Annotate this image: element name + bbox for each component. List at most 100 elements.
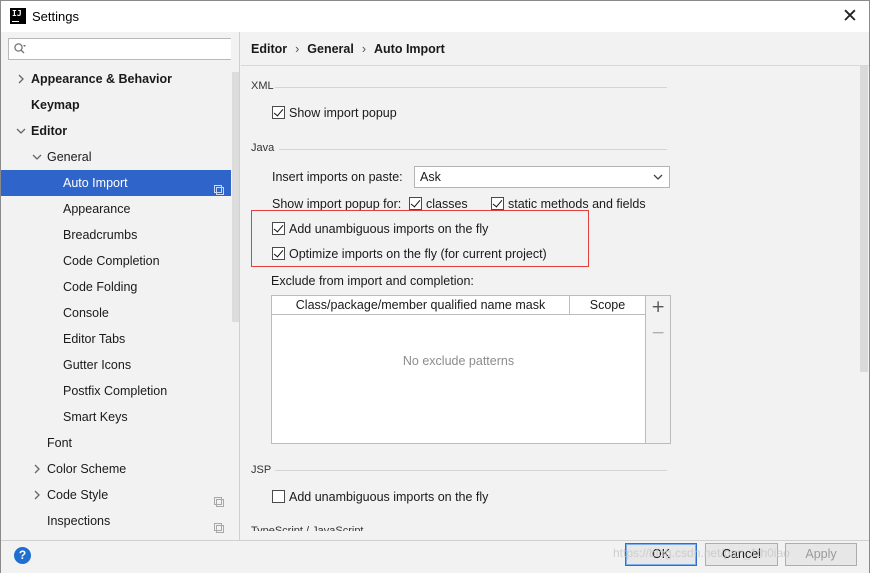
jsp-add-unambiguous-label: Add unambiguous imports on the fly [289, 490, 489, 504]
checkbox-box[interactable] [272, 247, 285, 261]
table-header: Class/package/member qualified name mask… [272, 296, 645, 315]
sidebar-item-label: Color Scheme [47, 462, 127, 476]
breadcrumb-item-auto-import: Auto Import [374, 42, 445, 56]
jsp-add-unambiguous-checkbox[interactable]: Add unambiguous imports on the fly [272, 489, 488, 505]
chevron-down-icon[interactable] [15, 118, 27, 144]
insert-imports-on-paste-label: Insert imports on paste: [272, 170, 403, 184]
chevron-down-icon[interactable] [31, 144, 43, 170]
column-header-mask[interactable]: Class/package/member qualified name mask [272, 296, 569, 314]
chevron-right-icon[interactable] [15, 66, 27, 92]
section-title-jsp: JSP [251, 464, 272, 476]
title-bar: IJ Settings ✕ [1, 1, 869, 32]
sidebar-item-code-folding[interactable]: Code Folding [1, 274, 239, 300]
sidebar-item-label: Inspections [47, 514, 111, 528]
sidebar-item-keymap[interactable]: Keymap [1, 92, 239, 118]
sidebar-item-label: General [47, 150, 92, 164]
search-icon [14, 43, 26, 54]
optimize-imports-checkbox[interactable]: Optimize imports on the fly (for current… [272, 246, 547, 262]
sidebar-item-editor[interactable]: Editor [1, 118, 239, 144]
section-title-xml: XML [251, 80, 274, 92]
remove-icon[interactable]: − [651, 325, 665, 342]
sidebar-item-label: Code Completion [63, 254, 160, 268]
show-import-popup-checkbox[interactable]: Show import popup [272, 105, 397, 121]
chevron-right-icon[interactable] [31, 482, 43, 508]
optimize-imports-label: Optimize imports on the fly (for current… [289, 247, 547, 261]
sidebar-item-label: Auto Import [63, 176, 128, 190]
column-header-scope[interactable]: Scope [570, 296, 645, 314]
sidebar-item-label: Keymap [31, 98, 80, 112]
sidebar-item-label: Breadcrumbs [63, 228, 138, 242]
content-scrollbar[interactable] [859, 66, 869, 540]
ok-button[interactable]: OK [625, 543, 697, 566]
sidebar-item-label: Gutter Icons [63, 358, 132, 372]
classes-label: classes [426, 197, 468, 211]
checkbox-box[interactable] [272, 222, 285, 236]
settings-tree: Appearance & Behavior Keymap Editor General… [1, 66, 239, 534]
breadcrumb-separator: › [295, 42, 300, 56]
apply-button[interactable]: Apply [785, 543, 857, 566]
checkbox-box[interactable] [272, 490, 285, 504]
sidebar-item-appearance[interactable]: Appearance [1, 196, 239, 222]
section-divider [279, 149, 667, 150]
sidebar-item-auto-import[interactable]: Auto Import [1, 170, 239, 196]
sidebar-item-postfix-completion[interactable]: Postfix Completion [1, 378, 239, 404]
section-title-typescript: TypeScript / JavaScript [251, 525, 364, 531]
settings-window: IJ Settings ✕ Appearance & Behavior Keyma… [0, 0, 870, 573]
show-import-popup-label: Show import popup [289, 106, 397, 120]
help-icon[interactable]: ? [14, 547, 31, 564]
section-divider [275, 470, 667, 471]
sidebar-item-label: Font [47, 436, 73, 450]
close-icon[interactable]: ✕ [838, 4, 862, 28]
project-scope-icon [214, 516, 224, 533]
static-methods-label: static methods and fields [508, 197, 646, 211]
sidebar-item-label: Code Style [47, 488, 109, 502]
search-input[interactable] [8, 38, 234, 60]
add-icon[interactable]: + [651, 299, 665, 316]
sidebar-item-editor-tabs[interactable]: Editor Tabs [1, 326, 239, 352]
sidebar-item-breadcrumbs[interactable]: Breadcrumbs [1, 222, 239, 248]
intellij-app-icon: IJ [10, 8, 26, 24]
settings-content: Editor › General › Auto Import XML Show impo… [241, 32, 869, 540]
chevron-right-icon[interactable] [31, 456, 43, 482]
sidebar-item-font[interactable]: Font [1, 430, 239, 456]
checkbox-box[interactable] [272, 106, 285, 120]
cancel-button[interactable]: Cancel [705, 543, 778, 566]
section-divider [275, 87, 667, 88]
sidebar-item-appearance-behavior[interactable]: Appearance & Behavior [1, 66, 239, 92]
exclude-from-import-label: Exclude from import and completion: [271, 274, 474, 288]
sidebar-item-label: Postfix Completion [63, 384, 168, 398]
sidebar-item-general[interactable]: General [1, 144, 239, 170]
sidebar-item-code-style[interactable]: Code Style [1, 482, 239, 508]
exclude-patterns-table: Class/package/member qualified name mask… [271, 295, 671, 444]
settings-sidebar: Appearance & Behavior Keymap Editor General… [1, 32, 240, 540]
sidebar-item-label: Smart Keys [63, 410, 128, 424]
sidebar-item-inspections[interactable]: Inspections [1, 508, 239, 534]
sidebar-item-smart-keys[interactable]: Smart Keys [1, 404, 239, 430]
checkbox-box[interactable] [409, 197, 422, 211]
breadcrumb-item-editor[interactable]: Editor [251, 42, 287, 56]
checkbox-box[interactable] [491, 197, 504, 211]
breadcrumb-separator: › [361, 42, 367, 56]
sidebar-item-label: Appearance [63, 202, 131, 216]
sidebar-item-console[interactable]: Console [1, 300, 239, 326]
sidebar-scrollbar[interactable] [231, 32, 239, 540]
content-scrollbar-thumb[interactable] [860, 66, 868, 372]
sidebar-item-label: Console [63, 306, 109, 320]
breadcrumb-divider [241, 65, 869, 66]
sidebar-item-gutter-icons[interactable]: Gutter Icons [1, 352, 239, 378]
section-title-java: Java [251, 142, 275, 154]
insert-imports-on-paste-select[interactable]: Ask [414, 166, 670, 188]
add-unambiguous-imports-checkbox[interactable]: Add unambiguous imports on the fly [272, 221, 488, 237]
breadcrumb-item-general[interactable]: General [307, 42, 354, 56]
window-title: Settings [32, 9, 79, 24]
table-toolbar: + − [645, 296, 670, 443]
sidebar-item-label: Code Folding [63, 280, 138, 294]
sidebar-item-code-completion[interactable]: Code Completion [1, 248, 239, 274]
project-scope-icon [214, 178, 224, 195]
sidebar-item-color-scheme[interactable]: Color Scheme [1, 456, 239, 482]
show-import-popup-for-label: Show import popup for: [272, 197, 402, 211]
chevron-down-icon [653, 174, 663, 180]
sidebar-scrollbar-thumb[interactable] [232, 72, 239, 322]
dialog-button-bar: ? OK Cancel Apply https://blog.csdn.net/… [1, 540, 869, 573]
sidebar-item-label: Appearance & Behavior [31, 72, 173, 86]
